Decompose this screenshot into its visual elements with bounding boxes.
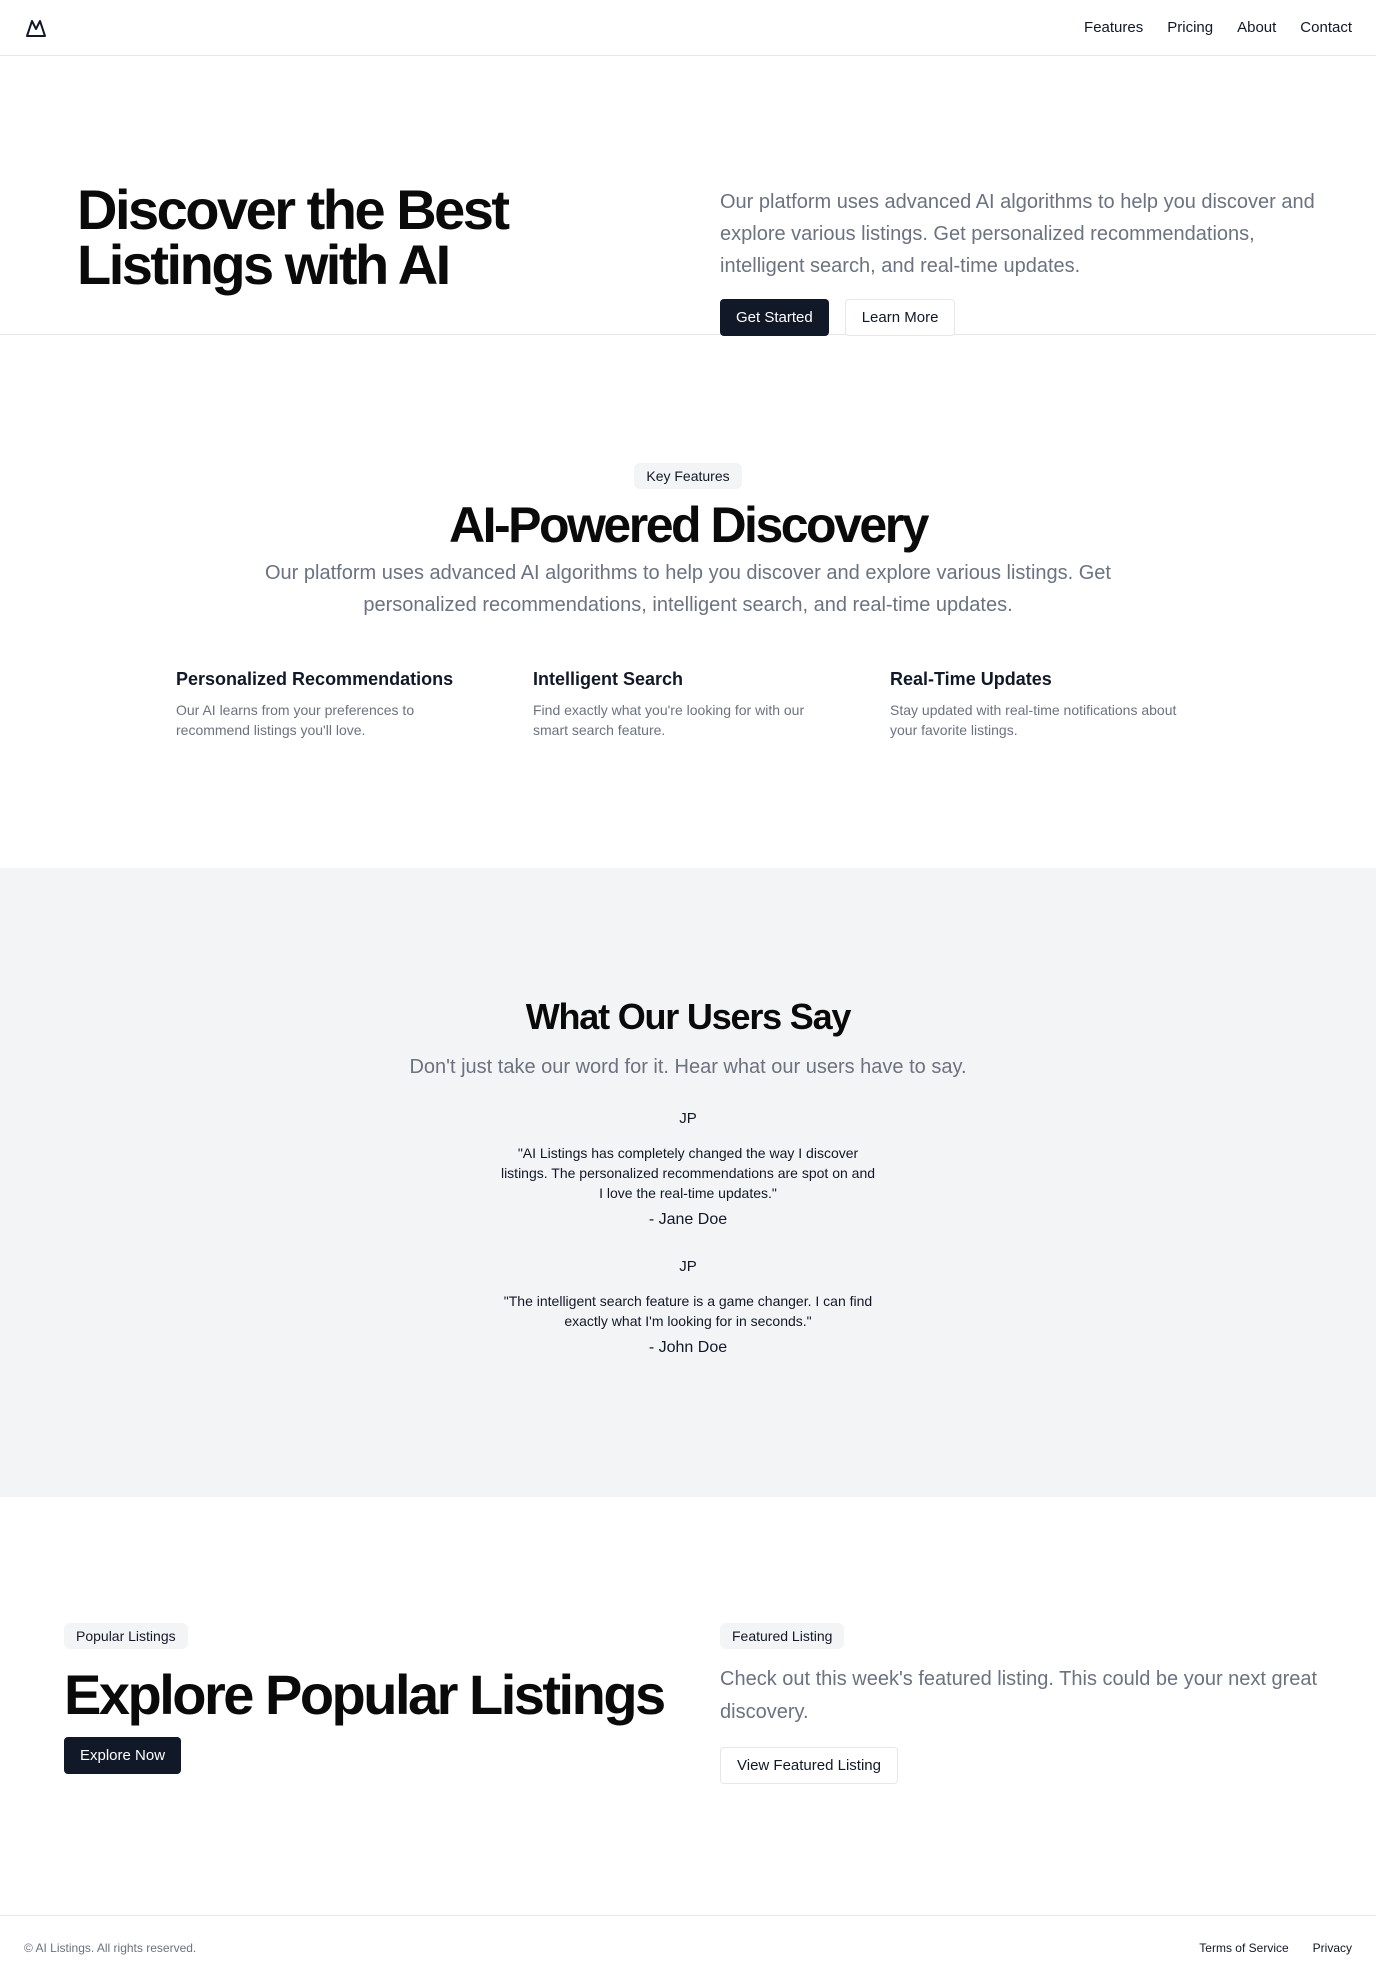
nav-link-features[interactable]: Features (1084, 19, 1143, 36)
feature-text: Stay updated with real-time notification… (890, 702, 1177, 738)
popular-listings-block: Popular Listings Explore Popular Listing… (64, 1623, 666, 1774)
features-title: AI-Powered Discovery (449, 497, 929, 553)
featured-listing-block: Featured Listing Check out this week's f… (720, 1623, 1320, 1784)
site-footer: © AI Listings. All rights reserved. Term… (0, 1916, 1376, 1979)
features-description: Our platform uses advanced AI algorithms… (265, 562, 1111, 616)
feature-card: Real-Time Updates Stay updated with real… (890, 669, 1187, 740)
explore-now-button[interactable]: Explore Now (64, 1737, 182, 1774)
feature-title: Intelligent Search (533, 669, 684, 689)
feature-title: Personalized Recommendations (176, 669, 454, 689)
featured-listing-description: Check out this week's featured listing. … (720, 1668, 1318, 1723)
feature-text: Our AI learns from your preferences to r… (176, 702, 415, 738)
popular-listings-section: Popular Listings Explore Popular Listing… (0, 1497, 1376, 1916)
testimonial-author: - Jane Doe (648, 1211, 728, 1228)
featured-listing-badge: Featured Listing (720, 1623, 845, 1649)
testimonial-author: - John Doe (648, 1339, 728, 1356)
nav-link-contact[interactable]: Contact (1300, 19, 1352, 36)
nav-link-pricing[interactable]: Pricing (1167, 19, 1213, 36)
main-nav: Features Pricing About Contact (1084, 19, 1352, 36)
testimonials-section: What Our Users Say Don't just take our w… (0, 868, 1376, 1497)
testimonial: JP "AI Listings has completely changed t… (488, 1110, 888, 1229)
learn-more-button[interactable]: Learn More (844, 299, 956, 336)
testimonials-title: What Our Users Say (525, 996, 852, 1037)
get-started-button[interactable]: Get Started (720, 299, 829, 336)
mountain-icon[interactable] (24, 16, 48, 40)
feature-card: Personalized Recommendations Our AI lear… (176, 669, 473, 740)
popular-listings-badge: Popular Listings (64, 1623, 188, 1649)
key-features-badge: Key Features (634, 463, 742, 489)
copyright-text: © AI Listings. All rights reserved. (24, 1940, 197, 1955)
feature-card: Intelligent Search Find exactly what you… (533, 669, 830, 740)
feature-title: Real-Time Updates (890, 669, 1052, 689)
avatar: JP (679, 1258, 697, 1275)
hero-title: Discover the Best Listings with AI (77, 178, 510, 296)
hero-description: Our platform uses advanced AI algorithms… (720, 191, 1315, 277)
nav-link-about[interactable]: About (1237, 19, 1276, 36)
popular-listings-title: Explore Popular Listings (64, 1663, 666, 1726)
testimonial: JP "The intelligent search feature is a … (488, 1258, 888, 1357)
hero-section: Discover the Best Listings with AI Our p… (0, 56, 1376, 336)
features-section: Key Features AI-Powered Discovery Our pl… (0, 335, 1376, 868)
avatar: JP (679, 1110, 697, 1127)
footer-links: Terms of Service Privacy (1199, 1941, 1352, 1955)
feature-text: Find exactly what you're looking for wit… (533, 702, 805, 738)
privacy-link[interactable]: Privacy (1313, 1941, 1352, 1955)
feature-grid: Personalized Recommendations Our AI lear… (176, 669, 1187, 740)
testimonials-subtitle: Don't just take our word for it. Hear wh… (409, 1056, 967, 1078)
testimonial-quote: "The intelligent search feature is a gam… (503, 1293, 873, 1329)
hero-actions: Get Started Learn More (720, 299, 956, 336)
testimonial-quote: "AI Listings has completely changed the … (500, 1145, 876, 1201)
view-featured-listing-button[interactable]: View Featured Listing (720, 1747, 898, 1784)
site-header: Features Pricing About Contact (0, 0, 1376, 56)
terms-of-service-link[interactable]: Terms of Service (1199, 1941, 1288, 1955)
